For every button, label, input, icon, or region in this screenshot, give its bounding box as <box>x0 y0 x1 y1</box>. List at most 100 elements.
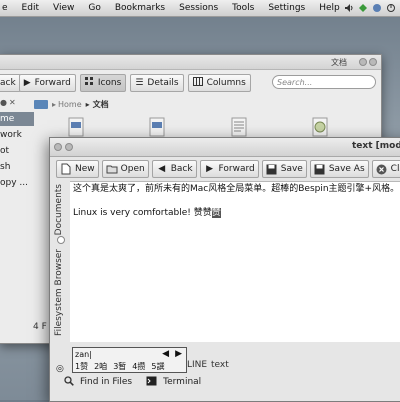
breadcrumb-current[interactable]: 文档 <box>93 99 109 110</box>
edit-mode-status: LINE <box>187 360 208 370</box>
ime-next-page-icon[interactable]: ▶ <box>175 349 182 359</box>
breadcrumb: ▸ Home ▸ 文档 <box>34 98 109 110</box>
new-button[interactable]: New <box>56 160 99 178</box>
volume-icon[interactable] <box>344 3 354 13</box>
menu-settings[interactable]: Settings <box>261 0 312 16</box>
icons-view-label: Icons <box>97 78 122 88</box>
ime-candidate[interactable]: 5譔 <box>151 361 164 372</box>
ime-prev-page-icon[interactable]: ◀ <box>162 349 169 359</box>
back-button[interactable]: ack <box>0 74 21 92</box>
columns-icon <box>192 77 203 89</box>
menu-view[interactable]: View <box>46 0 81 16</box>
icons-view-button[interactable]: Icons <box>79 74 127 92</box>
document-file-icon[interactable] <box>68 117 84 137</box>
editor-text-area[interactable]: 这个真是太爽了，前所未有的Mac风格全局菜单。超棒的Bespin主题引擎+风格。… <box>70 181 400 342</box>
editor-tool-tabs: Find in Files Terminal <box>50 374 400 390</box>
folder-icon <box>34 99 48 109</box>
menu-help[interactable]: Help <box>312 0 347 16</box>
open-folder-icon <box>106 163 118 175</box>
search-input[interactable]: Search... <box>272 75 376 89</box>
folder-tab-icon[interactable]: ◎ <box>56 364 64 374</box>
grid-icon <box>84 77 94 89</box>
text-file-icon[interactable] <box>231 117 247 137</box>
power-icon[interactable] <box>386 3 396 13</box>
forward-arrow-icon: ▶ <box>206 164 213 174</box>
tab-documents[interactable]: Documents <box>54 184 68 235</box>
editor-side-tabs: Documents Filesystem Browser ◎ <box>54 184 68 394</box>
menu-file[interactable]: e <box>0 0 15 16</box>
search-icon <box>64 375 74 389</box>
open-label: Open <box>120 164 145 174</box>
save-button[interactable]: Save <box>261 160 307 178</box>
back-arrow-icon: ◀ <box>158 164 166 174</box>
global-menubar: e Edit View Go Bookmarks Sessions Tools … <box>0 0 400 17</box>
details-view-label: Details <box>147 78 179 88</box>
save-as-button[interactable]: Save As <box>309 160 369 178</box>
menu-go[interactable]: Go <box>81 0 107 16</box>
document-file-icon[interactable] <box>149 117 165 137</box>
forward-button[interactable]: ▶ Forward <box>18 74 76 92</box>
ime-candidate[interactable]: 2咱 <box>94 361 107 372</box>
file-manager-titlebar[interactable]: 文档 <box>0 55 381 70</box>
save-label: Save <box>280 164 303 174</box>
archive-file-icon[interactable] <box>312 117 328 137</box>
menu-sessions[interactable]: Sessions <box>172 0 225 16</box>
details-view-button[interactable]: ☰ Details <box>130 74 184 92</box>
forward-label: Forward <box>34 78 71 88</box>
file-manager-toolbar: ack ▶ Forward Icons ☰ Details Columns Se… <box>0 70 381 96</box>
forward-label: Forward <box>218 164 255 174</box>
sidebar-item-network[interactable]: work <box>0 128 34 142</box>
updates-icon[interactable] <box>372 3 382 13</box>
menu-edit[interactable]: Edit <box>15 0 46 16</box>
close-label: Clos <box>390 164 400 174</box>
input-method-popup: zan| ◀ ▶ 1赞 2咱 3暂 4攒 5譔 <box>72 347 187 373</box>
columns-view-button[interactable]: Columns <box>187 74 251 92</box>
sidebar-item-trash[interactable]: sh <box>0 160 34 174</box>
file-manager-title: 文档 <box>331 58 347 67</box>
breadcrumb-separator: ▸ <box>85 99 90 109</box>
save-disk-icon <box>266 163 278 175</box>
network-icon[interactable] <box>358 3 368 13</box>
minimize-window-button[interactable] <box>65 143 73 151</box>
sidebar-item-floppy[interactable]: opy ... <box>0 176 34 190</box>
list-icon: ☰ <box>135 78 144 88</box>
places-sidebar: ● ✕ me work ot sh opy ... <box>0 97 34 329</box>
terminal-icon <box>146 376 157 389</box>
close-document-button[interactable]: Clos <box>371 160 400 178</box>
tab-separator-dot <box>57 236 65 244</box>
text-line-1: 这个真是太爽了，前所未有的Mac风格全局菜单。超棒的Bespin主题引擎+风格。 <box>73 184 400 194</box>
find-in-files-tab[interactable]: Find in Files <box>64 375 133 389</box>
sidebar-item-home[interactable]: me <box>0 112 34 126</box>
find-in-files-label: Find in Files <box>80 377 133 387</box>
back-label: ack <box>0 78 16 88</box>
tab-filesystem-browser[interactable]: Filesystem Browser <box>54 249 68 336</box>
minimize-button[interactable] <box>359 58 367 66</box>
ime-candidate[interactable]: 3暂 <box>113 361 126 372</box>
close-window-button[interactable] <box>54 143 62 151</box>
collapse-icon[interactable]: ● <box>0 98 7 107</box>
sidebar-item-root[interactable]: ot <box>0 144 34 158</box>
ime-candidate[interactable]: 4攒 <box>132 361 145 372</box>
system-tray <box>344 0 400 16</box>
save-as-label: Save As <box>328 164 365 174</box>
menu-bookmarks[interactable]: Bookmarks <box>108 0 172 16</box>
text-line-3-content: Linux is very comfortable! 赞赞 <box>73 208 212 218</box>
close-icon <box>376 163 388 175</box>
save-as-disk-icon <box>314 163 326 175</box>
ime-preedit: zan| <box>75 350 92 359</box>
ime-candidate[interactable]: 1赞 <box>75 361 88 372</box>
editor-titlebar[interactable]: text [modif <box>50 138 400 157</box>
menu-tools[interactable]: Tools <box>225 0 261 16</box>
back-button[interactable]: ◀ Back <box>151 160 197 178</box>
breadcrumb-separator: ▸ <box>52 99 57 109</box>
bookmark-icon: ✕ <box>9 98 16 107</box>
breadcrumb-home[interactable]: Home <box>58 100 82 109</box>
maximize-button[interactable] <box>369 58 377 66</box>
editor-toolbar: New Open ◀ Back ▶ Forward Save Save As C… <box>56 160 400 178</box>
columns-view-label: Columns <box>206 78 246 88</box>
forward-button[interactable]: ▶ Forward <box>199 160 259 178</box>
terminal-tab[interactable]: Terminal <box>146 376 201 389</box>
file-count-status: 4 F <box>33 322 47 332</box>
open-button[interactable]: Open <box>101 160 149 178</box>
new-label: New <box>75 164 95 174</box>
